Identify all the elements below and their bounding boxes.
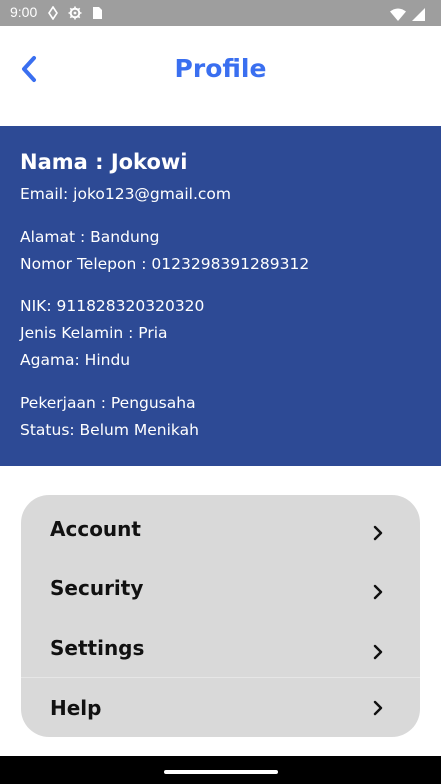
menu-item-label: Account bbox=[50, 517, 141, 541]
status-time: 9:00 bbox=[10, 4, 38, 20]
status-icons-left bbox=[48, 5, 103, 24]
profile-address: Alamat : Bandung bbox=[20, 228, 160, 246]
wifi-icon bbox=[390, 6, 406, 25]
gear-icon bbox=[68, 5, 82, 24]
profile-email: Email: joko123@gmail.com bbox=[20, 185, 232, 203]
cell-signal-icon bbox=[412, 6, 425, 25]
menu-card: Account Security Settings Help bbox=[21, 495, 420, 737]
profile-phone: Nomor Telepon : 0123298391289312 bbox=[20, 255, 310, 273]
profile-gender: Jenis Kelamin : Pria bbox=[20, 324, 168, 342]
chevron-right-icon bbox=[372, 700, 384, 716]
home-indicator[interactable] bbox=[164, 770, 278, 774]
menu-item-label: Settings bbox=[50, 636, 145, 660]
menu-item-label: Help bbox=[50, 696, 102, 720]
chevron-right-icon bbox=[372, 525, 384, 541]
menu-item-security[interactable]: Security bbox=[21, 559, 420, 617]
page-title: Profile bbox=[174, 54, 267, 83]
signal-diamond-icon bbox=[48, 5, 58, 24]
menu-divider bbox=[21, 677, 420, 678]
profile-status: Status: Belum Menikah bbox=[20, 421, 199, 439]
app-header: Profile bbox=[0, 26, 441, 126]
profile-info-panel: Nama : Jokowi Email: joko123@gmail.com A… bbox=[0, 126, 441, 466]
sim-card-icon bbox=[92, 5, 103, 24]
profile-religion: Agama: Hindu bbox=[20, 351, 131, 369]
menu-item-settings[interactable]: Settings bbox=[21, 619, 420, 677]
status-bar: 9:00 bbox=[0, 0, 441, 26]
menu-item-label: Security bbox=[50, 576, 144, 600]
chevron-right-icon bbox=[372, 644, 384, 660]
menu-item-help[interactable]: Help bbox=[21, 679, 420, 737]
menu-item-account[interactable]: Account bbox=[21, 500, 420, 558]
profile-occupation: Pekerjaan : Pengusaha bbox=[20, 394, 196, 412]
chevron-right-icon bbox=[372, 584, 384, 600]
navigation-bar bbox=[0, 756, 441, 784]
profile-name: Nama : Jokowi bbox=[20, 150, 188, 174]
status-icons-right bbox=[390, 6, 425, 25]
profile-nik: NIK: 911828320320320 bbox=[20, 297, 205, 315]
